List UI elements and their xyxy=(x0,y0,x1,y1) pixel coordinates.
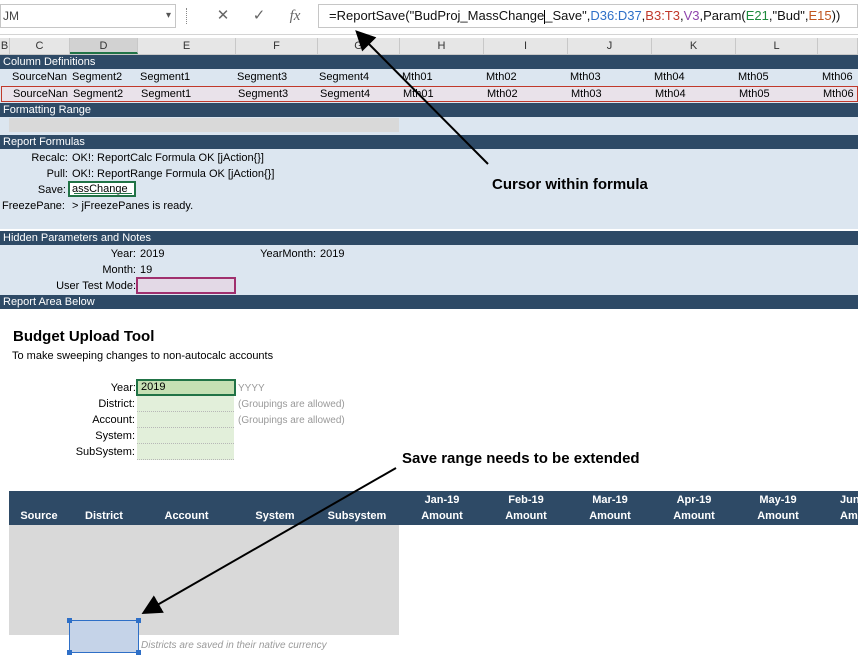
arrow-to-cursor xyxy=(355,30,489,165)
annotation-arrows xyxy=(141,30,489,614)
arrow-to-save-range xyxy=(141,467,397,614)
